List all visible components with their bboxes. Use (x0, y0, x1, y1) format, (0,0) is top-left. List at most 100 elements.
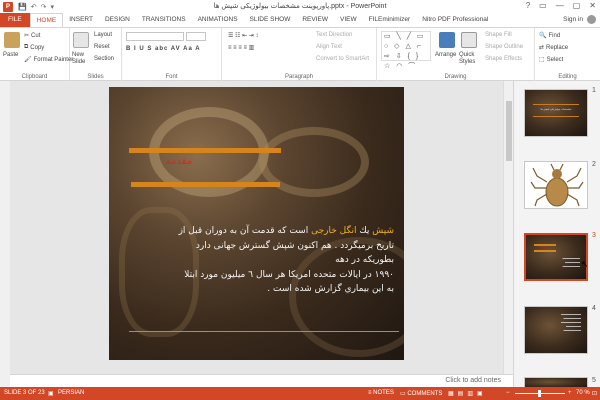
editing-group: 🔍 Find ⇄ Replace ⬚ Select Editing (535, 28, 600, 81)
tab-nitro-pdf[interactable]: Nitro PDF Professional (416, 13, 494, 27)
thumbnail-body: ▬▬▬▬▬▬▬▬ ▬▬▬▬▬▬▬ ▬▬▬▬▬▬▬▬ ▬▬▬▬▬▬ ▬▬▬▬▬▬▬ (561, 313, 581, 332)
mouse-cursor-icon: ↖ (581, 259, 589, 269)
slide-thumbnail-1[interactable]: مشخصات بیولوژیکی شپش ها (524, 89, 588, 137)
find-button[interactable]: 🔍 Find (539, 32, 560, 40)
align-text-button[interactable]: Align Text (316, 44, 342, 50)
arrange-icon[interactable] (439, 32, 455, 48)
thumbnail-title: مقدمه (539, 245, 547, 248)
thumbnail-line (534, 250, 556, 252)
slide-thumbnail-4[interactable]: ▬▬▬▬▬▬▬▬ ▬▬▬▬▬▬▬ ▬▬▬▬▬▬▬▬ ▬▬▬▬▬▬ ▬▬▬▬▬▬▬ (524, 306, 588, 354)
paragraph-group: ☰ ☷ ⇤ ⇥ ↕ ≡ ≡ ≡ ≡ ▥ Text Direction Align… (222, 28, 377, 81)
font-size-input[interactable] (186, 32, 206, 41)
thumbnail-line (533, 104, 579, 105)
clipboard-group: Paste ✂ Cut ⧉ Copy 🖌 Format Painter Clipboa… (0, 28, 74, 81)
slide-thumbnails-panel[interactable]: 1 مشخصات بیولوژیکی شپش ها 2 3 مقدمه ▬▬▬▬… (513, 81, 600, 389)
quick-styles-button[interactable]: Quick Styles (459, 52, 481, 66)
list-buttons[interactable]: ☰ ☷ ⇤ ⇥ ↕ (228, 32, 258, 39)
proofing-icon[interactable]: ▣ (48, 390, 54, 397)
notes-placeholder[interactable]: Click to add notes (445, 377, 501, 384)
language-status[interactable]: PERSIAN (58, 390, 84, 396)
view-buttons[interactable]: ▦▤▥▣ (448, 390, 487, 397)
paragraph-label: Paragraph (284, 74, 314, 80)
close-icon[interactable]: ✕ (589, 1, 596, 10)
slide-title[interactable]: مقدمه (109, 156, 249, 167)
font-group: B I U S abc AV Aa A Font (122, 28, 222, 81)
body-text-span: يك (356, 226, 373, 236)
new-slide-button[interactable]: New Slide (72, 52, 92, 66)
zoom-level[interactable]: 70 % (576, 390, 590, 396)
zoom-slider-thumb[interactable] (538, 390, 541, 397)
slide-body-text[interactable]: شپش يك انگل خارجی است كه قدمت آن به دورا… (129, 224, 394, 297)
find-icon: 🔍 (539, 33, 547, 39)
cut-label: Cut (31, 32, 41, 39)
fit-slide-icon[interactable]: ⊡ (592, 390, 597, 397)
slide-thumbnail-2[interactable] (524, 161, 588, 209)
tab-insert[interactable]: INSERT (63, 13, 99, 27)
paste-button[interactable]: Paste (3, 52, 18, 58)
ribbon-display-icon[interactable]: ▭ (539, 1, 547, 10)
thumbnail-title: مشخصات بیولوژیکی شپش ها (540, 108, 572, 111)
sign-in[interactable]: Sign in (563, 15, 596, 24)
decorative-bar-top (129, 148, 281, 153)
shape-effects-button[interactable]: Shape Effects (485, 56, 522, 62)
new-slide-icon[interactable] (73, 32, 89, 48)
slide-counter: SLIDE 3 OF 23 (4, 390, 45, 396)
help-icon[interactable]: ? (526, 1, 530, 10)
tab-file[interactable]: FILE (0, 13, 30, 27)
slide-thumbnail-3[interactable]: مقدمه ▬▬▬▬▬▬▬ ▬▬▬▬▬▬ ▬▬▬▬▬▬▬ (524, 233, 588, 281)
thumbnail-body: ▬▬▬▬▬▬▬ ▬▬▬▬▬▬ ▬▬▬▬▬▬▬ (562, 257, 581, 268)
arrange-button[interactable]: Arrange (435, 52, 456, 58)
tab-animations[interactable]: ANIMATIONS (192, 13, 244, 27)
notes-pane[interactable]: Click to add notes (10, 374, 513, 387)
paste-icon[interactable] (4, 32, 20, 48)
text-direction-button[interactable]: Text Direction (316, 32, 352, 38)
thumbnail-number: 5 (592, 377, 596, 384)
tab-review[interactable]: REVIEW (296, 13, 334, 27)
notes-button[interactable]: ≡ NOTES (368, 390, 394, 396)
tab-design[interactable]: DESIGN (99, 13, 136, 27)
sign-in-label[interactable]: Sign in (563, 16, 583, 23)
decorative-bar-bottom (131, 182, 280, 187)
section-button[interactable]: Section (94, 56, 114, 62)
copy-button[interactable]: ⧉ Copy (24, 44, 44, 51)
font-name-input[interactable] (126, 32, 184, 41)
scrollbar-thumb[interactable] (506, 101, 512, 161)
quick-styles-icon[interactable] (461, 32, 477, 48)
comments-label: COMMENTS (407, 391, 443, 397)
left-panel-edge (0, 81, 10, 387)
status-bar: SLIDE 3 OF 23 ▣ PERSIAN ≡ NOTES ▭ COMMEN… (0, 387, 600, 400)
align-buttons[interactable]: ≡ ≡ ≡ ≡ ▥ (228, 44, 254, 51)
tab-view[interactable]: VIEW (334, 13, 363, 27)
vertical-scrollbar[interactable] (503, 81, 513, 374)
reset-button[interactable]: Reset (94, 44, 110, 50)
comments-button[interactable]: ▭ COMMENTS (400, 390, 442, 397)
format-painter-button[interactable]: 🖌 Format Painter (24, 56, 74, 64)
convert-smartart-button[interactable]: Convert to SmartArt (316, 56, 369, 62)
tab-home[interactable]: HOME (29, 13, 64, 27)
current-slide[interactable]: مقدمه شپش يك انگل خارجی است كه قدمت آن ب… (109, 87, 404, 360)
select-label: Select (546, 56, 564, 63)
zoom-in-icon[interactable]: + (568, 390, 572, 396)
cut-button[interactable]: ✂ Cut (24, 32, 41, 40)
body-line-3: بطوريكه در دهه (335, 255, 394, 265)
format-painter-label: Format Painter (33, 56, 74, 63)
shape-outline-button[interactable]: Shape Outline (485, 44, 523, 50)
shape-fill-button[interactable]: Shape Fill (485, 32, 512, 38)
slides-group: New Slide Layout Reset Section Slides (70, 28, 122, 81)
drawing-label: Drawing (444, 74, 467, 80)
thumbnail-number: 1 (592, 87, 596, 94)
maximize-icon[interactable]: ▢ (573, 1, 581, 10)
tab-slide-show[interactable]: SLIDE SHOW (244, 13, 297, 27)
avatar[interactable] (587, 15, 596, 24)
zoom-out-icon[interactable]: − (506, 390, 510, 396)
layout-button[interactable]: Layout (94, 32, 112, 38)
replace-button[interactable]: ⇄ Replace (539, 44, 568, 52)
tab-fileminimizer[interactable]: FILEminimizer (363, 13, 417, 27)
font-format-buttons[interactable]: B I U S abc AV Aa A (126, 46, 201, 52)
tab-transitions[interactable]: TRANSITIONS (136, 13, 192, 27)
minimize-icon[interactable]: — (556, 1, 564, 10)
select-button[interactable]: ⬚ Select (539, 56, 564, 64)
drawing-group: ▭ ╲ ╱ ▭ ○ ◇ △ ⌐ ⇨ ⇩ { } ☆ ◠ ⌒ Arrange Qu… (377, 28, 535, 81)
shapes-gallery[interactable]: ▭ ╲ ╱ ▭ ○ ◇ △ ⌐ ⇨ ⇩ { } ☆ ◠ ⌒ (381, 31, 431, 70)
decorative-line (129, 331, 399, 332)
